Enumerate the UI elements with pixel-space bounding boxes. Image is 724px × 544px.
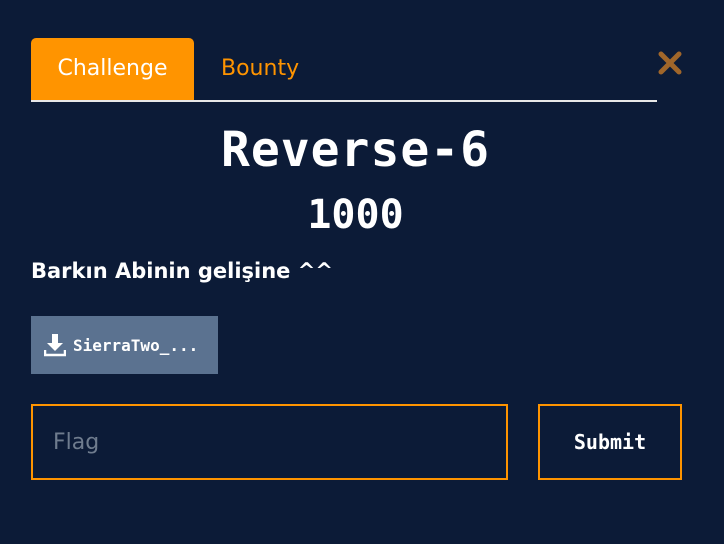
flag-input[interactable] [31, 404, 508, 480]
submit-button[interactable]: Submit [538, 404, 682, 480]
challenge-title: Reverse-6 [220, 122, 491, 178]
close-icon[interactable] [657, 50, 683, 76]
download-icon [43, 333, 67, 357]
tab-bounty[interactable]: Bounty [221, 38, 299, 100]
download-file-button[interactable]: SierraTwo_... [31, 316, 218, 374]
challenge-points: 1000 [307, 192, 404, 238]
tab-bar: Challenge Bounty [31, 38, 657, 102]
file-name-label: SierraTwo_... [73, 335, 199, 355]
challenge-modal: Challenge Bounty Reverse-6 1000 Barkın A… [0, 0, 724, 544]
tab-challenge[interactable]: Challenge [31, 38, 194, 100]
challenge-description: Barkın Abinin gelişine ^^ [31, 259, 333, 283]
